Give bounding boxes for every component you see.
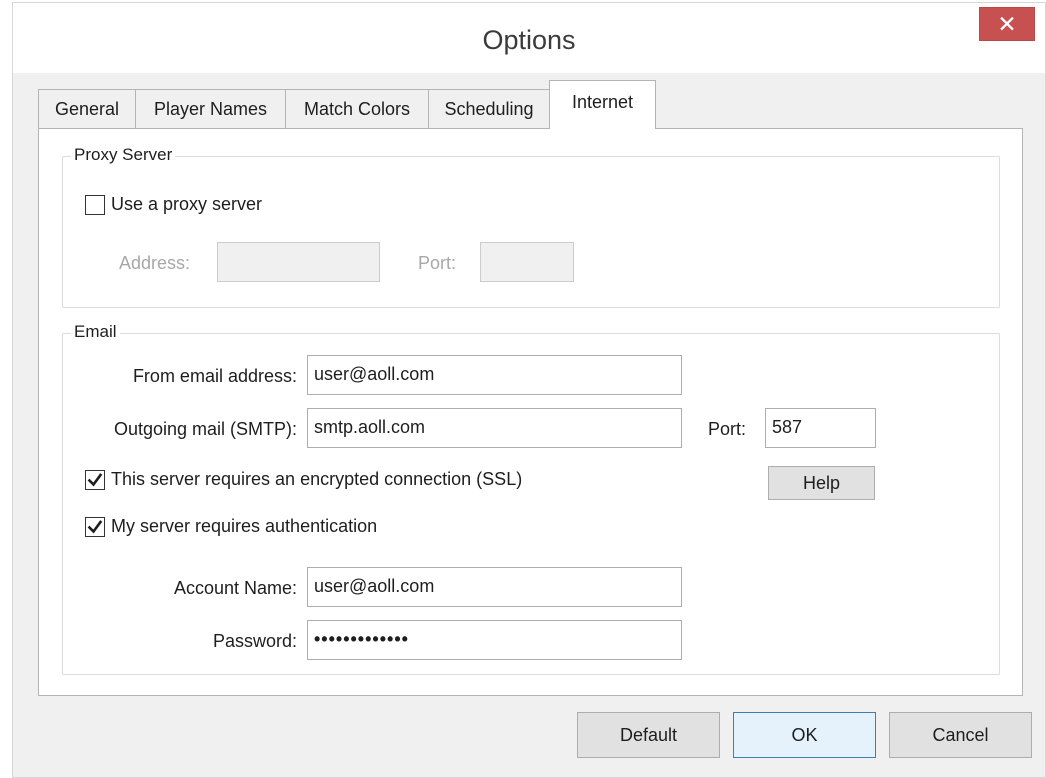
checkmark-icon xyxy=(87,520,103,534)
account-name-input[interactable]: user@aoll.com xyxy=(307,567,682,607)
proxy-server-group-label: Proxy Server xyxy=(71,145,176,165)
tab-label: Scheduling xyxy=(444,99,534,119)
proxy-address-label: Address: xyxy=(119,253,191,273)
tab-label: Internet xyxy=(571,91,634,112)
tab-general[interactable]: General xyxy=(38,89,136,129)
checkmark-icon xyxy=(87,473,103,487)
tab-scheduling[interactable]: Scheduling xyxy=(428,89,550,129)
tab-player-names[interactable]: Player Names xyxy=(135,89,286,129)
default-button-label: Default xyxy=(619,724,678,745)
proxy-server-group: Proxy Server Use a proxy server Address:… xyxy=(62,145,1000,308)
tab-panel-internet: Proxy Server Use a proxy server Address:… xyxy=(38,128,1023,696)
ok-button[interactable]: OK xyxy=(733,712,876,758)
options-dialog: Options ✕ General Player Names Match Col… xyxy=(12,2,1046,778)
smtp-label: Outgoing mail (SMTP): xyxy=(113,419,297,439)
default-button[interactable]: Default xyxy=(577,712,720,758)
tab-match-colors[interactable]: Match Colors xyxy=(285,89,429,129)
proxy-address-input[interactable] xyxy=(217,242,380,282)
smtp-port-label: Port: xyxy=(708,419,747,439)
cancel-button-label: Cancel xyxy=(932,724,989,745)
use-proxy-label: Use a proxy server xyxy=(111,194,263,214)
from-email-input[interactable]: user@aoll.com xyxy=(307,355,682,395)
smtp-port-input[interactable]: 587 xyxy=(765,408,876,448)
auth-checkbox[interactable] xyxy=(85,517,105,537)
password-label: Password: xyxy=(212,631,297,651)
email-group: Email From email address: user@aoll.com … xyxy=(62,322,1000,675)
title-bar: Options ✕ xyxy=(13,3,1045,73)
email-group-label: Email xyxy=(71,322,120,342)
help-button-label: Help xyxy=(802,472,841,493)
proxy-port-label: Port: xyxy=(418,253,457,273)
ssl-checkbox[interactable] xyxy=(85,470,105,490)
auth-label: My server requires authentication xyxy=(111,516,378,536)
password-input[interactable]: ••••••••••••• xyxy=(307,620,682,660)
ok-button-label: OK xyxy=(791,724,818,745)
tab-label: Player Names xyxy=(153,99,268,119)
smtp-input[interactable]: smtp.aoll.com xyxy=(307,408,682,448)
tab-internet[interactable]: Internet xyxy=(549,80,656,129)
window-title: Options xyxy=(482,25,576,55)
proxy-port-input[interactable] xyxy=(480,242,574,282)
help-button[interactable]: Help xyxy=(768,466,875,500)
cancel-button[interactable]: Cancel xyxy=(889,712,1032,758)
close-icon: ✕ xyxy=(997,10,1017,37)
use-proxy-checkbox[interactable] xyxy=(85,195,105,215)
tab-label: General xyxy=(54,99,120,119)
close-button[interactable]: ✕ xyxy=(979,7,1035,41)
from-email-label: From email address: xyxy=(132,366,297,386)
account-name-label: Account Name: xyxy=(173,578,297,598)
tab-label: Match Colors xyxy=(303,99,411,119)
ssl-label: This server requires an encrypted connec… xyxy=(111,469,523,489)
